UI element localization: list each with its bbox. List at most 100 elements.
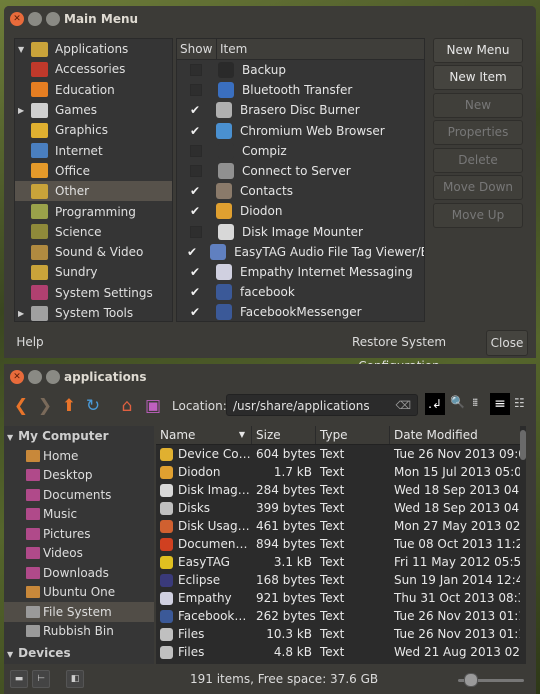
show-checkbox[interactable] [190, 144, 202, 157]
collapsed-arrow-icon[interactable]: ▶ [18, 106, 24, 115]
menu-item-row[interactable]: Bluetooth Transfer [177, 80, 424, 100]
delete-button[interactable]: Delete [433, 148, 523, 173]
category-sound-video[interactable]: Sound & Video [15, 242, 172, 262]
close-window-icon[interactable]: ✕ [10, 12, 24, 26]
category-games[interactable]: ▶ Games [15, 100, 172, 120]
place-rubbish-bin[interactable]: Rubbish Bin [4, 622, 154, 642]
collapsed-arrow-icon[interactable]: ▶ [18, 309, 24, 318]
file-row[interactable]: Diodon 1.7 kB Text Mon 15 Jul 2013 05:07:14… [156, 463, 526, 481]
show-places-icon[interactable]: ▬ [10, 670, 28, 688]
file-manager-titlebar[interactable]: ✕ applications [4, 364, 536, 392]
place-downloads[interactable]: Downloads [4, 563, 154, 583]
restore-system-configuration-button[interactable]: Restore System Configuration [316, 330, 482, 373]
move-down-button[interactable]: Move Down [433, 175, 523, 200]
move-up-button[interactable]: Move Up [433, 203, 523, 228]
place-documents[interactable]: Documents [4, 485, 154, 505]
show-checkbox[interactable]: ✔ [187, 285, 203, 299]
zoom-slider-knob[interactable] [464, 673, 478, 687]
forward-icon[interactable]: ❯ [36, 396, 54, 416]
menu-item-row[interactable]: ✔ Chromium Web Browser [177, 121, 424, 141]
show-tree-icon[interactable]: ⊢ [32, 670, 50, 688]
show-checkbox[interactable]: ✔ [187, 265, 203, 279]
place-ubuntu-one[interactable]: Ubuntu One [4, 583, 154, 603]
category-other[interactable]: Other [15, 181, 172, 202]
sidebar-heading-devices[interactable]: ▼ Devices [4, 643, 154, 663]
computer-icon[interactable]: ▣ [144, 396, 162, 416]
show-checkbox[interactable] [190, 64, 202, 77]
column-header-type[interactable]: Type [316, 426, 390, 444]
collapse-arrow-icon[interactable]: ▼ [7, 650, 13, 659]
category-accessories[interactable]: Accessories [15, 59, 172, 79]
menu-item-row[interactable]: ✔ Empathy Internet Messaging [177, 262, 424, 282]
category-system-tools[interactable]: ▶ System Tools [15, 303, 172, 321]
search-icon[interactable]: 🔍 [450, 395, 465, 409]
column-header-item[interactable]: Item [217, 39, 247, 59]
column-header-name[interactable]: Name ▼ [156, 426, 252, 444]
icon-view-icon[interactable]: ⁞⁞⁞ [472, 396, 478, 409]
show-checkbox[interactable]: ✔ [187, 124, 203, 138]
scrollbar-thumb[interactable] [520, 430, 526, 460]
place-home[interactable]: Home [4, 446, 154, 466]
category-internet[interactable]: Internet [15, 140, 172, 160]
reload-icon[interactable]: ↻ [84, 396, 102, 416]
file-row[interactable]: Documen… 894 bytes Text Tue 08 Oct 2013 11:… [156, 535, 526, 553]
column-header-show[interactable]: Show [177, 39, 217, 59]
show-checkbox[interactable] [190, 84, 202, 97]
up-icon[interactable]: ⬆ [60, 396, 78, 416]
show-checkbox[interactable]: ✔ [187, 245, 197, 259]
show-checkbox[interactable] [190, 225, 202, 238]
toggle-location-icon[interactable]: .↲ [425, 393, 445, 415]
file-row[interactable]: Disk Imag… 284 bytes Text Wed 18 Sep 2013 0… [156, 481, 526, 499]
close-button[interactable]: Close [486, 330, 528, 356]
menu-item-row[interactable]: Disk Image Mounter [177, 222, 424, 242]
place-file-system[interactable]: File System [4, 602, 154, 622]
show-checkbox[interactable]: ✔ [187, 103, 203, 117]
file-row[interactable]: Disks 399 bytes Text Wed 18 Sep 2013 04:16:… [156, 499, 526, 517]
file-row[interactable]: Facebook… 262 bytes Text Tue 26 Nov 2013 01… [156, 607, 526, 625]
file-row[interactable]: Eclipse 168 bytes Text Sun 19 Jan 2014 12:4… [156, 571, 526, 589]
expanded-arrow-icon[interactable]: ▼ [18, 45, 24, 54]
file-row[interactable]: Files 4.8 kB Text Wed 21 Aug 2013 02:21:10 [156, 643, 526, 661]
category-sundry[interactable]: Sundry [15, 262, 172, 282]
show-checkbox[interactable]: ✔ [187, 204, 203, 218]
home-icon[interactable]: ⌂ [118, 396, 136, 416]
hide-sidebar-icon[interactable]: ◧ [66, 670, 84, 688]
list-view-icon[interactable]: ≡ [490, 393, 510, 415]
main-menu-titlebar[interactable]: ✕ Main Menu [4, 6, 536, 34]
menu-item-row[interactable]: ✔ EasyTAG Audio File Tag Viewer/Edit [177, 242, 424, 262]
menu-item-row[interactable]: ✔ facebook [177, 282, 424, 302]
show-checkbox[interactable] [190, 165, 202, 178]
place-desktop[interactable]: Desktop [4, 466, 154, 486]
file-row[interactable]: Disk Usag… 461 bytes Text Mon 27 May 2013 0… [156, 517, 526, 535]
properties-button[interactable]: Properties [433, 120, 523, 145]
minimize-window-icon[interactable] [28, 370, 42, 384]
new-separator-button[interactable]: New Separator [433, 93, 523, 135]
menu-item-row[interactable]: Compiz [177, 141, 424, 161]
category-graphics[interactable]: Graphics [15, 120, 172, 140]
show-checkbox[interactable]: ✔ [187, 305, 203, 319]
new-menu-button[interactable]: New Menu [433, 38, 523, 63]
maximize-window-icon[interactable] [46, 12, 60, 26]
show-checkbox[interactable]: ✔ [187, 184, 203, 198]
compact-view-icon[interactable]: ☷ [514, 396, 525, 410]
close-window-icon[interactable]: ✕ [10, 370, 24, 384]
sidebar-heading-my-computer[interactable]: ▼ My Computer [4, 426, 154, 446]
place-videos[interactable]: Videos [4, 544, 154, 564]
back-icon[interactable]: ❮ [12, 396, 30, 416]
place-pictures[interactable]: Pictures [4, 524, 154, 544]
menu-item-row[interactable]: ✔ Brasero Disc Burner [177, 100, 424, 120]
place-music[interactable]: Music [4, 505, 154, 525]
clear-location-icon[interactable]: ⌫ [395, 395, 411, 417]
menu-item-row[interactable]: ✔ Diodon [177, 201, 424, 221]
collapse-arrow-icon[interactable]: ▼ [7, 433, 13, 442]
column-header-size[interactable]: Size [252, 426, 316, 444]
file-list-scrollbar[interactable] [520, 426, 526, 664]
category-applications[interactable]: ▼ Applications [15, 39, 172, 59]
category-system-settings[interactable]: System Settings [15, 283, 172, 303]
maximize-window-icon[interactable] [46, 370, 60, 384]
menu-item-row[interactable]: ✔ FacebookMessenger [177, 302, 424, 321]
new-item-button[interactable]: New Item [433, 65, 523, 90]
menu-item-row[interactable]: Backup [177, 60, 424, 80]
minimize-window-icon[interactable] [28, 12, 42, 26]
menu-item-row[interactable]: Connect to Server [177, 161, 424, 181]
